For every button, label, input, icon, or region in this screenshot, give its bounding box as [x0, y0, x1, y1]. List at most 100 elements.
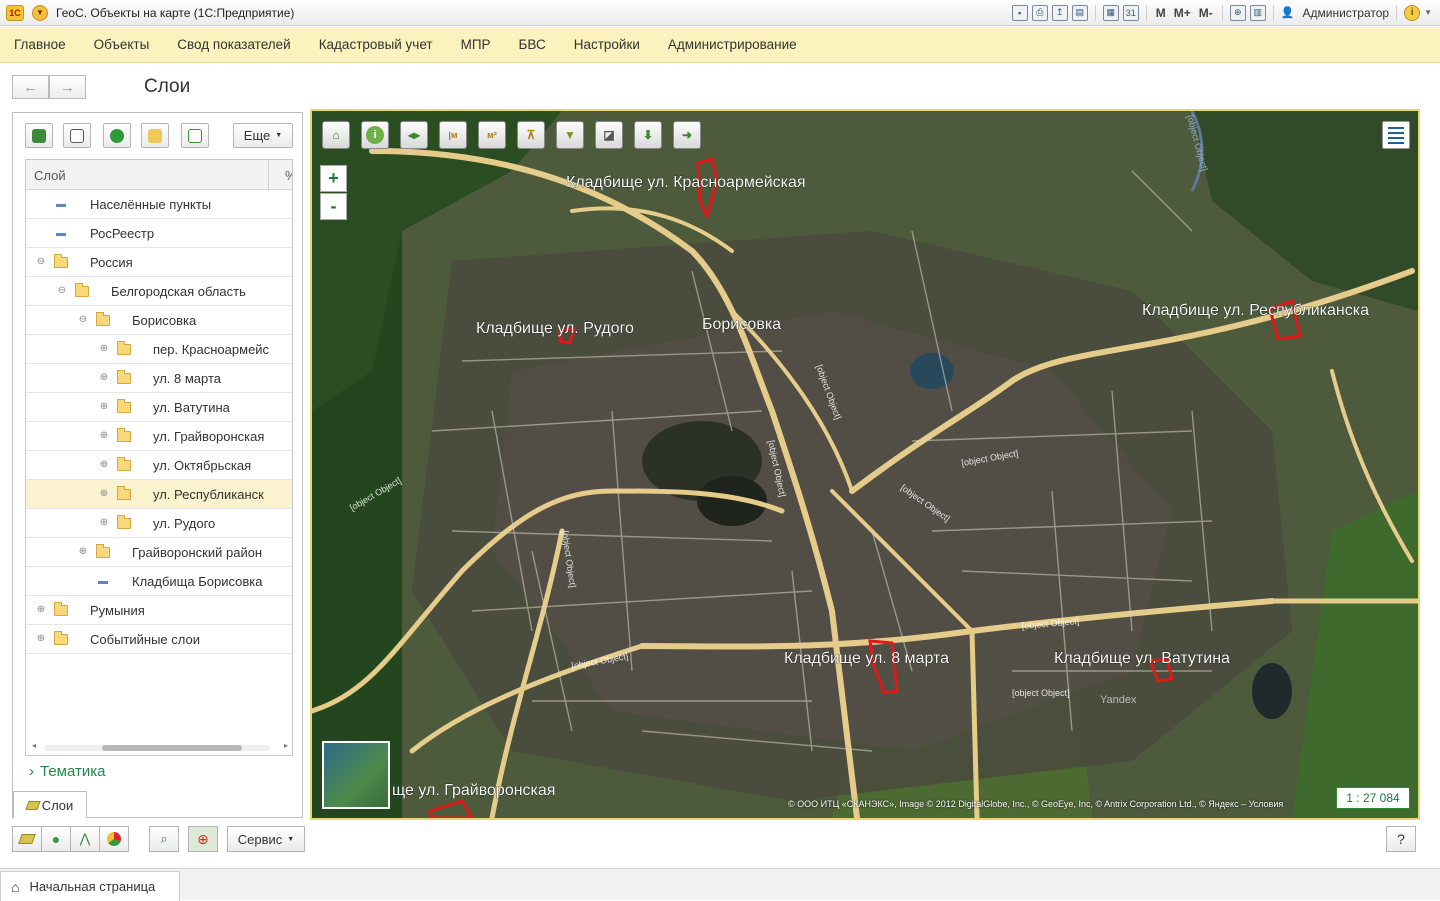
- tree-row[interactable]: ⊖ Борисовка: [26, 306, 292, 335]
- tree-row[interactable]: РосРеестр: [26, 219, 292, 248]
- zoom-out-button[interactable]: -: [320, 193, 347, 220]
- service-button[interactable]: Сервис ▼: [227, 826, 305, 852]
- main-menu-dropdown-icon[interactable]: ▼: [32, 4, 48, 21]
- map-export-button[interactable]: ➜: [673, 121, 701, 149]
- map-label[interactable]: Кладбище ул. Рудого: [476, 320, 635, 338]
- export-icon[interactable]: ↥: [1051, 4, 1068, 21]
- menu-settings[interactable]: Настройки: [574, 37, 640, 52]
- scroll-right-icon[interactable]: ▸: [284, 741, 288, 750]
- collapse-icon[interactable]: ⊖: [36, 257, 46, 267]
- tree-row[interactable]: ⊕ ул. Ватутина: [26, 393, 292, 422]
- add-button[interactable]: [103, 123, 131, 148]
- locate-tool-button[interactable]: ⊕: [188, 826, 218, 852]
- map-view[interactable]: [object Object] [object Object] [object …: [310, 109, 1420, 820]
- forward-button[interactable]: →: [49, 75, 86, 99]
- home-button[interactable]: ⌂: [322, 121, 350, 149]
- copy-button[interactable]: [63, 123, 91, 148]
- panels-icon[interactable]: ▥: [1249, 4, 1266, 21]
- zoom-icon[interactable]: ⊕: [1229, 4, 1246, 21]
- column-percent[interactable]: %: [285, 168, 292, 183]
- tree-row[interactable]: ⊖ Россия: [26, 248, 292, 277]
- map-label[interactable]: Кладбище ул. Ватутина: [1054, 650, 1231, 668]
- expand-icon[interactable]: ⊕: [99, 373, 109, 383]
- scroll-thumb[interactable]: [102, 745, 242, 751]
- expand-icon[interactable]: ⊕: [36, 605, 46, 615]
- column-layer[interactable]: Слой: [34, 168, 66, 183]
- map-label[interactable]: ще ул. Грайворонская: [392, 782, 556, 800]
- satellite-map[interactable]: [object Object] [object Object] [object …: [312, 111, 1418, 818]
- expand-icon[interactable]: ⊕: [99, 518, 109, 528]
- memory-minus-button[interactable]: M-: [1197, 6, 1215, 20]
- map-copyright[interactable]: © ООО ИТЦ «СКАНЭКС», Image © 2012 Digita…: [788, 799, 1283, 809]
- expand-icon[interactable]: ⊕: [99, 344, 109, 354]
- collapse-icon[interactable]: ⊖: [57, 286, 67, 296]
- filter-button[interactable]: ▼: [556, 121, 584, 149]
- print-icon[interactable]: ⎙: [1031, 4, 1048, 21]
- legend-list-icon[interactable]: [1382, 121, 1410, 149]
- expand-icon[interactable]: ⊕: [78, 547, 88, 557]
- menu-objects[interactable]: Объекты: [94, 37, 150, 52]
- tree-row[interactable]: ⊕ Событийные слои: [26, 625, 292, 654]
- refresh-button[interactable]: [181, 123, 209, 148]
- pan-button[interactable]: ◂▸: [400, 121, 428, 149]
- zoom-in-button[interactable]: +: [320, 165, 347, 192]
- map-label[interactable]: Кладбище ул. Республиканска: [1142, 302, 1370, 320]
- info-icon[interactable]: i: [1404, 4, 1421, 21]
- menu-mpr[interactable]: МПР: [461, 37, 491, 52]
- tree-row[interactable]: ⊕ Румыния: [26, 596, 292, 625]
- tree-row[interactable]: ⊕ ул. Грайворонская: [26, 422, 292, 451]
- overview-minimap[interactable]: [322, 741, 390, 809]
- search-tool-button[interactable]: ⌕: [149, 826, 179, 852]
- tree-row[interactable]: ⊕ Грайворонский район: [26, 538, 292, 567]
- scroll-left-icon[interactable]: ◂: [32, 741, 36, 750]
- horizontal-scrollbar[interactable]: ◂ ▸: [26, 741, 292, 755]
- map-label[interactable]: Кладбище ул. Красноармейская: [566, 174, 806, 192]
- print-preview-icon[interactable]: ▤: [1071, 4, 1088, 21]
- add-folder-button[interactable]: [141, 123, 169, 148]
- tree-row[interactable]: ⊖ Белгородская область: [26, 277, 292, 306]
- check-all-button[interactable]: [25, 123, 53, 148]
- expand-icon[interactable]: ⊕: [99, 460, 109, 470]
- filter-ruler-button[interactable]: ⊼: [517, 121, 545, 149]
- user-name[interactable]: Администратор: [1303, 6, 1390, 20]
- tree-row[interactable]: ⊕ ул. Октябрьская: [26, 451, 292, 480]
- chart-tool-button[interactable]: [99, 826, 129, 852]
- tree-row[interactable]: Населённые пункты: [26, 190, 292, 219]
- menu-cadastre[interactable]: Кадастровый учет: [319, 37, 433, 52]
- chevron-down-icon[interactable]: ▼: [1424, 8, 1432, 17]
- collapse-icon[interactable]: ⊖: [78, 315, 88, 325]
- help-button[interactable]: ?: [1386, 826, 1416, 852]
- expand-icon[interactable]: ⊕: [36, 634, 46, 644]
- calculator-icon[interactable]: ▦: [1102, 4, 1119, 21]
- tree-row[interactable]: ⊕ ул. Рудого: [26, 509, 292, 538]
- expand-icon[interactable]: ⊕: [99, 431, 109, 441]
- route-tool-button[interactable]: ⋀: [70, 826, 100, 852]
- tree-row[interactable]: Кладбища Борисовка: [26, 567, 292, 596]
- info-button[interactable]: i: [361, 121, 389, 149]
- map-label[interactable]: Борисовка: [702, 316, 782, 334]
- map-import-button[interactable]: ⬇: [634, 121, 662, 149]
- tab-home-page[interactable]: ⌂ Начальная страница: [0, 871, 180, 901]
- tree-row[interactable]: ⊕ ул. 8 марта: [26, 364, 292, 393]
- tab-layers[interactable]: Слои: [13, 791, 87, 818]
- menu-administration[interactable]: Администрирование: [668, 37, 797, 52]
- map-label[interactable]: Кладбище ул. 8 марта: [784, 650, 950, 668]
- measure-area-button[interactable]: м²: [478, 121, 506, 149]
- memory-plus-button[interactable]: M+: [1172, 6, 1193, 20]
- back-button[interactable]: ←: [12, 75, 49, 99]
- calendar-icon[interactable]: 31: [1122, 4, 1139, 21]
- marker-tool-button[interactable]: ●: [41, 826, 71, 852]
- select-area-button[interactable]: ◪: [595, 121, 623, 149]
- expand-icon[interactable]: ⊕: [99, 489, 109, 499]
- menu-main[interactable]: Главное: [14, 37, 66, 52]
- menu-bvs[interactable]: БВС: [519, 37, 546, 52]
- measure-distance-button[interactable]: |м: [439, 121, 467, 149]
- memory-button[interactable]: M: [1154, 6, 1168, 20]
- expand-icon[interactable]: ⊕: [99, 402, 109, 412]
- layers-tool-button[interactable]: [12, 826, 42, 852]
- menu-indicators[interactable]: Свод показателей: [177, 37, 290, 52]
- tree-row[interactable]: ⊕ пер. Красноармейс: [26, 335, 292, 364]
- tree-row[interactable]: ⊕ ул. Республиканск: [26, 480, 292, 509]
- save-icon[interactable]: ▪: [1011, 4, 1028, 21]
- thematic-link[interactable]: › Тематика: [29, 763, 105, 780]
